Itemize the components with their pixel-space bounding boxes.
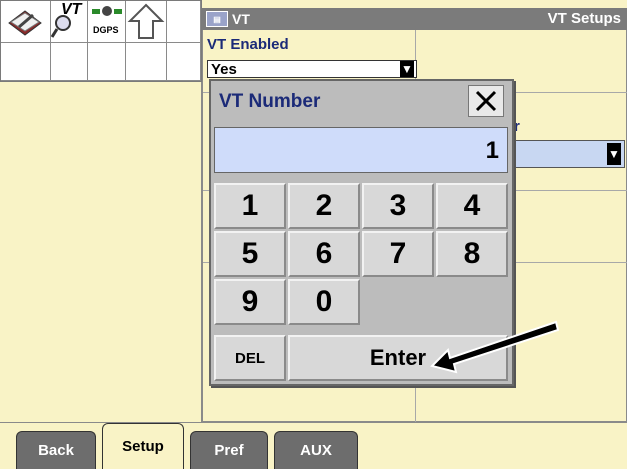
tab-setup[interactable]: Setup bbox=[102, 423, 184, 469]
wrench-book-icon bbox=[8, 10, 42, 36]
chevron-down-icon: ▼ bbox=[400, 61, 414, 77]
empty-cell bbox=[126, 43, 167, 81]
vt-enabled-dropdown[interactable]: Yes ▼ bbox=[207, 60, 417, 78]
key-4[interactable]: 4 bbox=[436, 183, 508, 229]
key-1[interactable]: 1 bbox=[214, 183, 286, 229]
delete-button[interactable]: DEL bbox=[214, 335, 286, 381]
vt-enabled-label: VT Enabled bbox=[207, 36, 289, 53]
left-pane bbox=[0, 82, 202, 422]
vt-screen-icon: ▤ bbox=[206, 11, 228, 27]
empty-cell bbox=[1, 43, 51, 81]
setting-dropdown[interactable]: ▼ bbox=[503, 140, 625, 168]
header-chip-label: VT bbox=[232, 11, 250, 27]
tab-bar: Back Setup Pref AUX bbox=[0, 422, 627, 469]
empty-cell bbox=[167, 1, 201, 43]
tab-aux[interactable]: AUX bbox=[274, 431, 358, 469]
key-0[interactable]: 0 bbox=[288, 279, 360, 325]
key-7[interactable]: 7 bbox=[362, 231, 434, 277]
dgps-label: DGPS bbox=[93, 25, 119, 35]
key-2[interactable]: 2 bbox=[288, 183, 360, 229]
empty-cell bbox=[51, 43, 88, 81]
page-title: VT Setups bbox=[547, 10, 621, 27]
tool-icon-cell[interactable] bbox=[1, 1, 51, 43]
shortcut-icon-grid: VT DGPS bbox=[0, 0, 202, 82]
tab-pref[interactable]: Pref bbox=[190, 431, 268, 469]
header-bar: ▤ VT VT Setups bbox=[202, 8, 627, 30]
magnifier-icon bbox=[51, 15, 71, 38]
satellite-icon bbox=[92, 6, 122, 16]
key-9[interactable]: 9 bbox=[214, 279, 286, 325]
close-button[interactable] bbox=[468, 85, 504, 117]
key-3[interactable]: 3 bbox=[362, 183, 434, 229]
vt-icon-cell[interactable]: VT bbox=[51, 1, 88, 43]
key-8[interactable]: 8 bbox=[436, 231, 508, 277]
vt-enabled-value: Yes bbox=[211, 61, 237, 78]
key-5[interactable]: 5 bbox=[214, 231, 286, 277]
dgps-icon-cell[interactable]: DGPS bbox=[88, 1, 126, 43]
number-display[interactable]: 1 bbox=[214, 127, 508, 173]
up-icon-cell[interactable] bbox=[126, 1, 167, 43]
chevron-down-icon: ▼ bbox=[607, 143, 621, 165]
pointer-arrow-icon bbox=[430, 320, 560, 374]
tab-back[interactable]: Back bbox=[16, 431, 96, 469]
empty-cell bbox=[167, 43, 201, 81]
header-left: ▤ VT bbox=[202, 8, 250, 30]
partial-field-label: r bbox=[514, 118, 520, 135]
key-6[interactable]: 6 bbox=[288, 231, 360, 277]
dialog-title: VT Number bbox=[219, 91, 321, 112]
empty-cell bbox=[88, 43, 126, 81]
up-arrow-icon bbox=[127, 3, 165, 39]
close-icon bbox=[475, 90, 497, 112]
